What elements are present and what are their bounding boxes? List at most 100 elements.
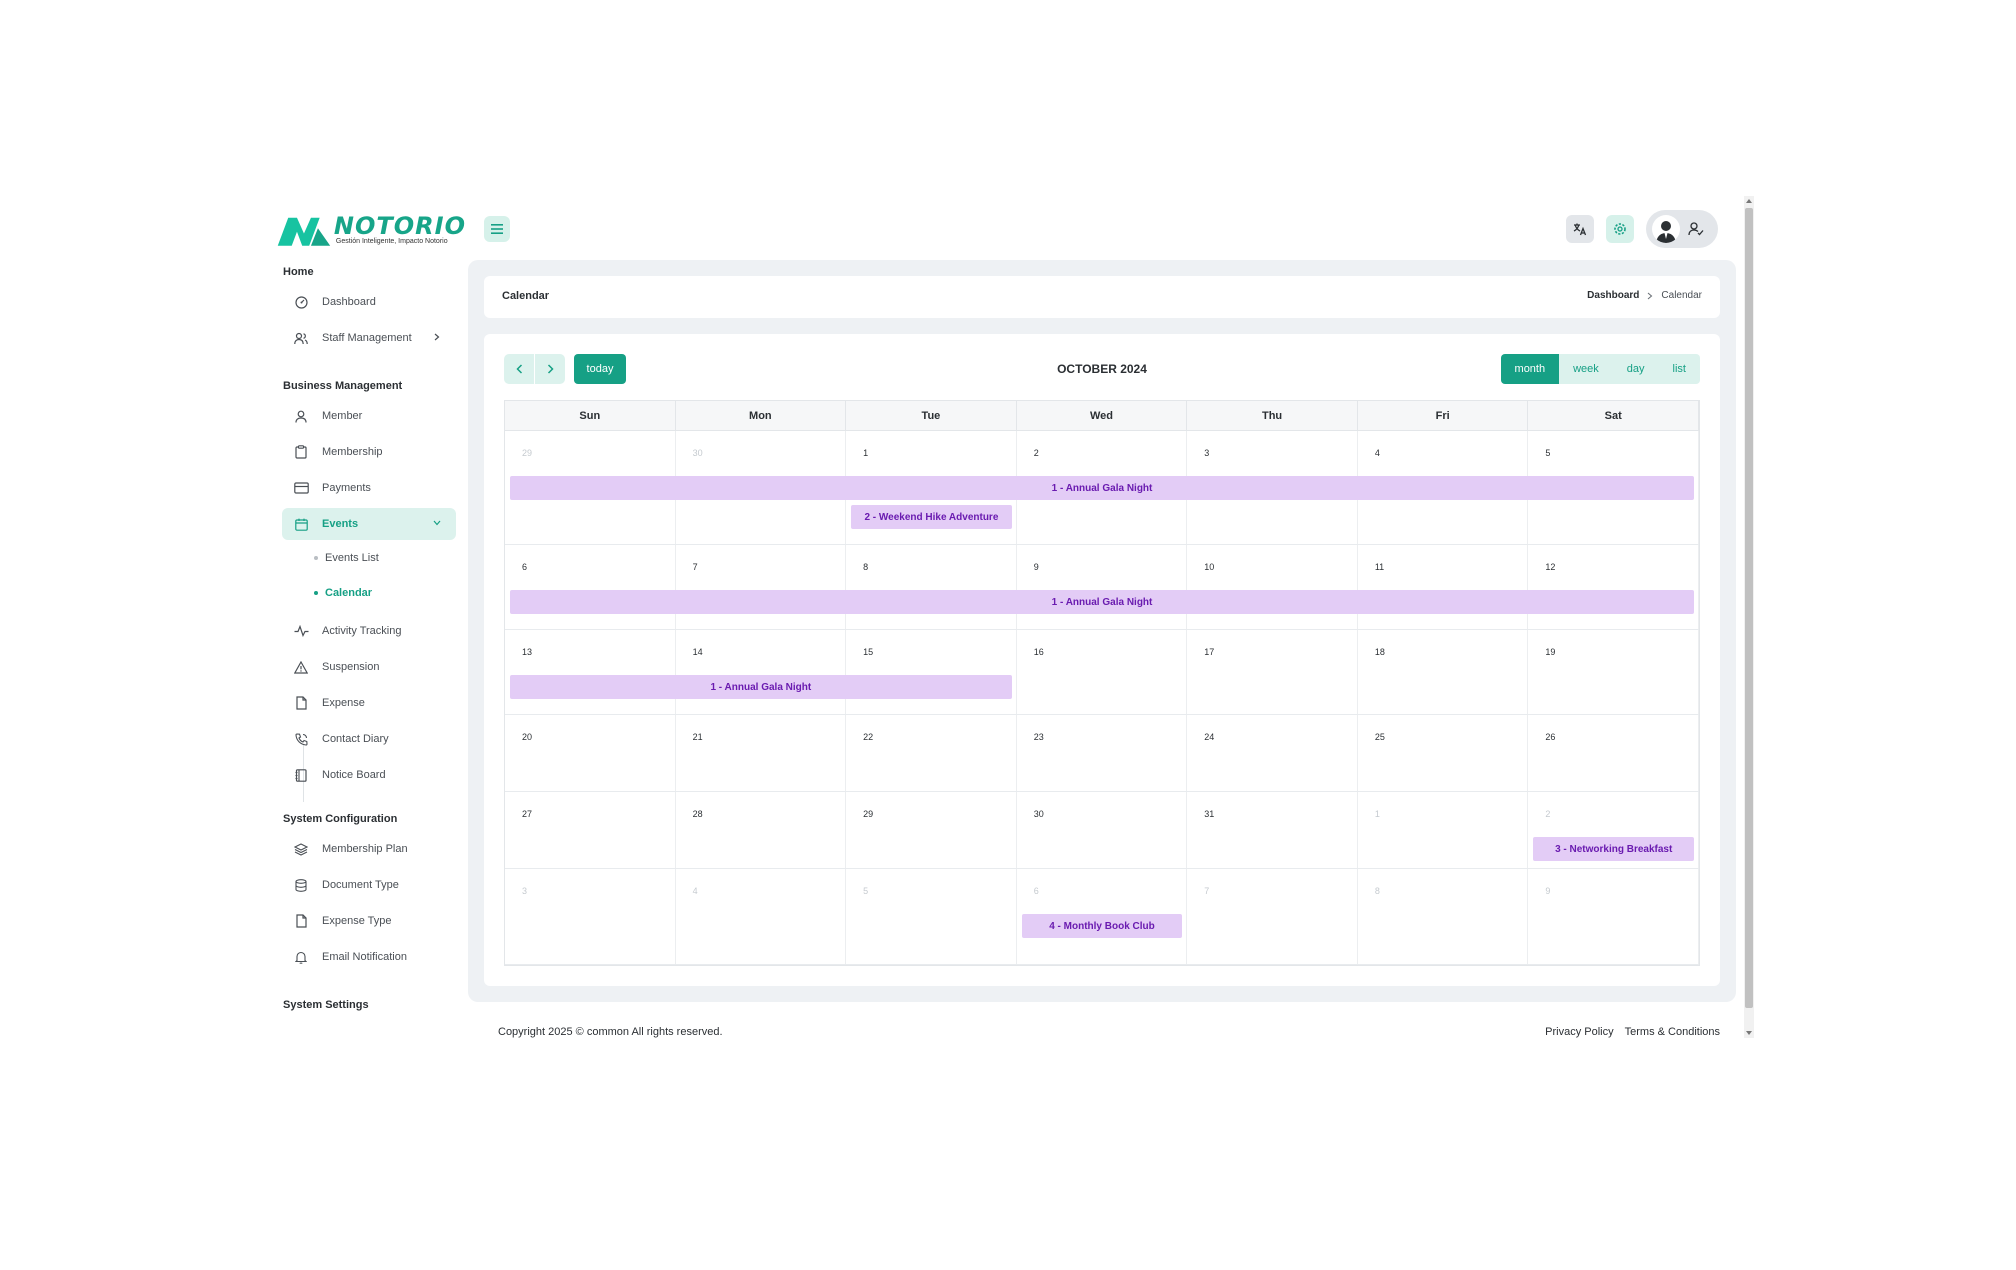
day-cell[interactable]: 31 — [1187, 792, 1358, 868]
terms-link[interactable]: Terms & Conditions — [1625, 1026, 1720, 1038]
sidebar-item-notice-board[interactable]: Notice Board — [282, 759, 456, 791]
day-number[interactable]: 24 — [1204, 732, 1214, 742]
sidebar-item-activity-tracking[interactable]: Activity Tracking — [282, 615, 456, 647]
day-cell[interactable]: 5 — [846, 869, 1017, 964]
day-number[interactable]: 28 — [693, 809, 703, 819]
day-number[interactable]: 3 — [1204, 448, 1209, 458]
scroll-down-icon[interactable] — [1744, 1028, 1754, 1038]
sidebar-item-membership[interactable]: Membership — [282, 436, 456, 468]
day-cell[interactable]: 19 — [1528, 630, 1699, 714]
calendar-event[interactable]: 1 - Annual Gala Night — [510, 476, 1694, 500]
day-cell[interactable]: 30 — [1017, 792, 1188, 868]
menu-toggle-button[interactable] — [484, 216, 510, 242]
day-cell[interactable]: 7 — [676, 545, 847, 629]
day-cell[interactable]: 27 — [505, 792, 676, 868]
day-number[interactable]: 3 — [522, 886, 527, 896]
day-number[interactable]: 2 — [1545, 809, 1550, 819]
day-number[interactable]: 16 — [1034, 647, 1044, 657]
sidebar-item-contact-diary[interactable]: Contact Diary — [282, 723, 456, 755]
day-number[interactable]: 7 — [1204, 886, 1209, 896]
day-cell[interactable]: 16 — [1017, 630, 1188, 714]
sidebar-item-expense-type[interactable]: Expense Type — [282, 905, 456, 937]
sidebar-item-dashboard[interactable]: Dashboard — [282, 286, 456, 318]
day-cell[interactable]: 7 — [1187, 869, 1358, 964]
sidebar-item-email-notification[interactable]: Email Notification — [282, 941, 456, 973]
sidebar-subitem-calendar[interactable]: Calendar — [314, 583, 372, 603]
day-cell[interactable]: 9 — [1017, 545, 1188, 629]
day-cell[interactable]: 13 — [505, 630, 676, 714]
day-number[interactable]: 6 — [1034, 886, 1039, 896]
day-number[interactable]: 14 — [693, 647, 703, 657]
day-cell[interactable]: 23 — [1017, 715, 1188, 791]
calendar-event[interactable]: 1 - Annual Gala Night — [510, 590, 1694, 614]
prev-month-button[interactable] — [504, 354, 534, 384]
day-cell[interactable]: 8 — [846, 545, 1017, 629]
day-number[interactable]: 18 — [1375, 647, 1385, 657]
day-number[interactable]: 25 — [1375, 732, 1385, 742]
day-cell[interactable]: 15 — [846, 630, 1017, 714]
profile-menu[interactable] — [1646, 210, 1718, 248]
day-number[interactable]: 8 — [863, 562, 868, 572]
day-number[interactable]: 23 — [1034, 732, 1044, 742]
sidebar-item-suspension[interactable]: Suspension — [282, 651, 456, 683]
day-number[interactable]: 8 — [1375, 886, 1380, 896]
day-number[interactable]: 4 — [1375, 448, 1380, 458]
day-number[interactable]: 9 — [1034, 562, 1039, 572]
privacy-policy-link[interactable]: Privacy Policy — [1545, 1026, 1613, 1038]
day-cell[interactable]: 28 — [676, 792, 847, 868]
day-cell[interactable]: 12 — [1528, 545, 1699, 629]
day-cell[interactable]: 21 — [676, 715, 847, 791]
day-number[interactable]: 7 — [693, 562, 698, 572]
day-number[interactable]: 21 — [693, 732, 703, 742]
day-number[interactable]: 2 — [1034, 448, 1039, 458]
calendar-event[interactable]: 3 - Networking Breakfast — [1533, 837, 1694, 861]
day-cell[interactable]: 14 — [676, 630, 847, 714]
day-number[interactable]: 22 — [863, 732, 873, 742]
scroll-up-icon[interactable] — [1744, 196, 1754, 206]
day-number[interactable]: 6 — [522, 562, 527, 572]
view-week-button[interactable]: week — [1559, 354, 1613, 384]
day-number[interactable]: 12 — [1545, 562, 1555, 572]
day-number[interactable]: 5 — [863, 886, 868, 896]
sidebar-item-expense[interactable]: Expense — [282, 687, 456, 719]
sidebar-item-document-type[interactable]: Document Type — [282, 869, 456, 901]
day-cell[interactable]: 3 — [505, 869, 676, 964]
day-number[interactable]: 15 — [863, 647, 873, 657]
day-number[interactable]: 1 — [863, 448, 868, 458]
day-number[interactable]: 31 — [1204, 809, 1214, 819]
day-number[interactable]: 9 — [1545, 886, 1550, 896]
day-cell[interactable]: 4 — [676, 869, 847, 964]
brand-logo[interactable]: NOTORIO Gestión Inteligente, Impacto Not… — [276, 210, 466, 250]
day-cell[interactable]: 24 — [1187, 715, 1358, 791]
day-number[interactable]: 29 — [522, 448, 532, 458]
day-number[interactable]: 1 — [1375, 809, 1380, 819]
day-number[interactable]: 20 — [522, 732, 532, 742]
day-cell[interactable]: 25 — [1358, 715, 1529, 791]
settings-button[interactable] — [1606, 215, 1634, 243]
day-number[interactable]: 5 — [1545, 448, 1550, 458]
sidebar-item-payments[interactable]: Payments — [282, 472, 456, 504]
sidebar-item-events[interactable]: Events — [282, 508, 456, 540]
view-list-button[interactable]: list — [1658, 354, 1700, 384]
sidebar-subitem-events-list[interactable]: Events List — [314, 548, 379, 568]
day-number[interactable]: 30 — [693, 448, 703, 458]
day-number[interactable]: 29 — [863, 809, 873, 819]
today-button[interactable]: today — [574, 354, 626, 384]
view-day-button[interactable]: day — [1612, 354, 1659, 384]
day-number[interactable]: 27 — [522, 809, 532, 819]
day-cell[interactable]: 26 — [1528, 715, 1699, 791]
sidebar-item-membership-plan[interactable]: Membership Plan — [282, 833, 456, 865]
breadcrumb-dashboard-link[interactable]: Dashboard — [1587, 290, 1639, 301]
day-cell[interactable]: 6 — [505, 545, 676, 629]
day-number[interactable]: 11 — [1375, 562, 1384, 572]
day-number[interactable]: 10 — [1204, 562, 1214, 572]
view-month-button[interactable]: month — [1500, 354, 1560, 384]
day-cell[interactable]: 10 — [1187, 545, 1358, 629]
scroll-thumb[interactable] — [1745, 208, 1753, 1008]
page-scrollbar[interactable] — [1744, 196, 1754, 1038]
day-number[interactable]: 19 — [1545, 647, 1555, 657]
day-number[interactable]: 13 — [522, 647, 532, 657]
day-cell[interactable]: 29 — [846, 792, 1017, 868]
calendar-event[interactable]: 2 - Weekend Hike Adventure — [851, 505, 1012, 529]
day-number[interactable]: 26 — [1545, 732, 1555, 742]
